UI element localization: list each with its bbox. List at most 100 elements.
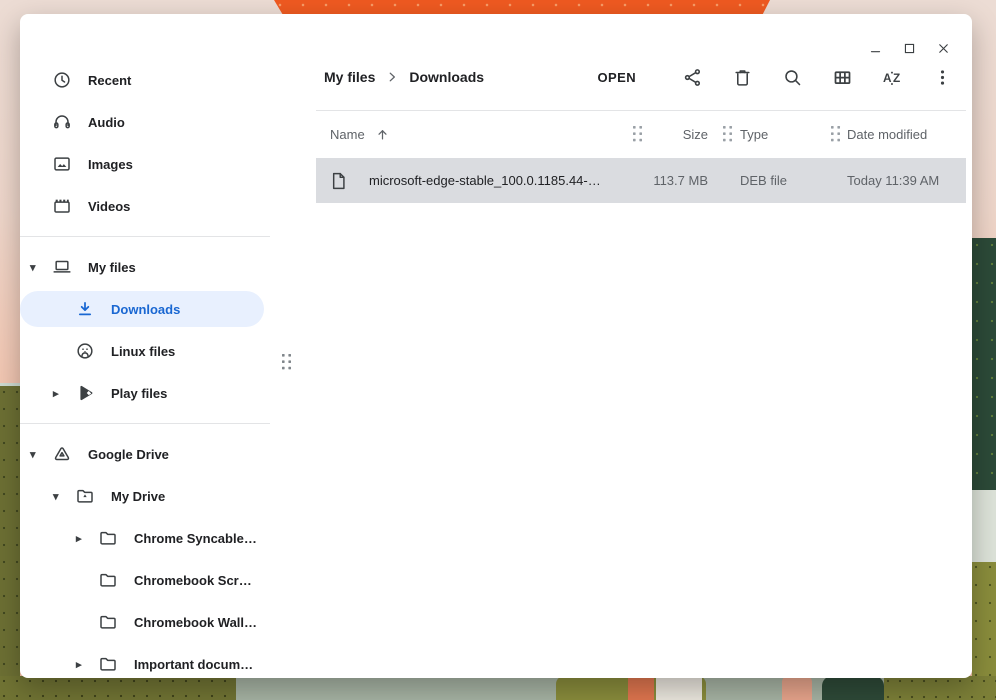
file-name-cell: microsoft-edge-stable_100.0.1185.44-… xyxy=(330,171,630,191)
file-size: 113.7 MB xyxy=(646,173,708,188)
grid-view-button[interactable] xyxy=(822,57,862,97)
sidebar-item-label: Important docum… xyxy=(134,657,253,672)
sidebar-item-label: Audio xyxy=(88,115,125,130)
close-icon xyxy=(936,41,951,56)
table-header: Name Size Type Date modified xyxy=(316,111,966,158)
maximize-button[interactable] xyxy=(894,34,924,62)
file-name: microsoft-edge-stable_100.0.1185.44-… xyxy=(369,173,601,188)
wallpaper-bottom-strip xyxy=(0,676,996,700)
grid-icon xyxy=(832,67,853,88)
sidebar-item-important-docum[interactable]: ▸ Important docum… xyxy=(20,643,270,678)
sidebar-item-chrome-syncable[interactable]: ▸Chrome Syncable… xyxy=(20,517,270,559)
maximize-icon xyxy=(902,41,917,56)
share-button[interactable] xyxy=(672,57,712,97)
play-icon xyxy=(75,383,95,403)
image-icon xyxy=(52,154,72,174)
sidebar-item-label: Recent xyxy=(88,73,131,88)
sidebar-item-label: Play files xyxy=(111,386,167,401)
sidebar-item-label: Downloads xyxy=(111,302,180,317)
sidebar-item-my-files[interactable]: ▾My files xyxy=(20,246,270,288)
sidebar-item-audio[interactable]: Audio xyxy=(20,101,270,143)
sidebar-item-play-files[interactable]: ▸ Play files xyxy=(20,372,270,414)
more-button[interactable] xyxy=(922,57,962,97)
folder-icon xyxy=(98,654,118,674)
breadcrumb: My files Downloads xyxy=(324,69,484,85)
column-resize-handle[interactable] xyxy=(630,126,646,143)
folder-icon xyxy=(98,570,118,590)
wallpaper-bush xyxy=(822,676,884,700)
file-date-modified: Today 11:39 AM xyxy=(844,173,966,188)
sidebar-item-videos[interactable]: Videos xyxy=(20,185,270,227)
sidebar-item-my-drive[interactable]: ▾ My Drive xyxy=(20,475,270,517)
chevron-right-icon[interactable]: ▸ xyxy=(76,658,98,671)
file-list: microsoft-edge-stable_100.0.1185.44-… 113… xyxy=(316,158,966,203)
sidebar-item-label: Google Drive xyxy=(88,447,169,462)
chevron-down-icon[interactable]: ▾ xyxy=(53,490,75,503)
sort-button[interactable]: AZ xyxy=(872,57,912,97)
column-header-size[interactable]: Size xyxy=(646,127,708,142)
sidebar-item-chromebook-scr[interactable]: Chromebook Scr… xyxy=(20,559,270,601)
chevron-right-icon[interactable]: ▸ xyxy=(76,532,98,545)
sidebar-item-label: Videos xyxy=(88,199,130,214)
wallpaper-figure-legs xyxy=(628,676,654,700)
chevron-down-icon[interactable]: ▾ xyxy=(30,261,52,274)
laptop-icon xyxy=(52,257,72,277)
sidebar-item-chromebook-wall[interactable]: Chromebook Wall… xyxy=(20,601,270,643)
open-button[interactable]: OPEN xyxy=(588,64,646,91)
sidebar-divider xyxy=(20,236,270,237)
download-icon xyxy=(75,299,95,319)
video-icon xyxy=(52,196,72,216)
sidebar-resize-zone xyxy=(270,14,316,678)
breadcrumb-my-files[interactable]: My files xyxy=(324,69,375,85)
sidebar-item-label: Linux files xyxy=(111,344,175,359)
trash-icon xyxy=(732,67,753,88)
column-header-date-modified[interactable]: Date modified xyxy=(844,127,966,142)
sidebar-item-downloads[interactable]: Downloads xyxy=(20,291,264,327)
column-header-name[interactable]: Name xyxy=(330,127,630,142)
folder-drive-icon xyxy=(75,486,95,506)
wallpaper-left-hill xyxy=(0,383,20,700)
minimize-button[interactable] xyxy=(860,34,890,62)
sidebar-item-label: My Drive xyxy=(111,489,165,504)
wallpaper-bottom-right-hill xyxy=(884,676,996,700)
delete-button[interactable] xyxy=(722,57,762,97)
sidebar-resize-handle[interactable] xyxy=(282,354,293,371)
wallpaper-bottom-left-hill xyxy=(0,676,236,700)
window-controls xyxy=(860,34,958,62)
wallpaper-right-trees xyxy=(972,238,996,490)
close-button[interactable] xyxy=(928,34,958,62)
folder-icon xyxy=(98,612,118,632)
search-button[interactable] xyxy=(772,57,812,97)
sidebar-divider xyxy=(20,423,270,424)
sidebar: Recent Audio Images Videos ▾My files Download… xyxy=(20,14,270,678)
file-row[interactable]: microsoft-edge-stable_100.0.1185.44-… 113… xyxy=(316,158,966,203)
breadcrumb-downloads[interactable]: Downloads xyxy=(409,69,484,85)
column-resize-handle[interactable] xyxy=(720,126,736,143)
sidebar-item-images[interactable]: Images xyxy=(20,143,270,185)
svg-text:Z: Z xyxy=(893,70,900,84)
chevron-right-icon[interactable]: ▸ xyxy=(53,387,75,400)
sidebar-item-label: Chromebook Wall… xyxy=(134,615,257,630)
sidebar-item-google-drive[interactable]: ▾ Google Drive xyxy=(20,433,270,475)
sidebar-item-linux-files[interactable]: Linux files xyxy=(20,330,270,372)
headphones-icon xyxy=(52,112,72,132)
minimize-icon xyxy=(868,41,883,56)
share-icon xyxy=(682,67,703,88)
chevron-down-icon[interactable]: ▾ xyxy=(30,448,52,461)
wallpaper-figure-arm xyxy=(782,676,812,700)
column-resize-handle[interactable] xyxy=(828,126,844,143)
sidebar-item-recent[interactable]: Recent xyxy=(20,59,270,101)
sort-az-icon: AZ xyxy=(882,67,903,88)
sort-ascending-icon xyxy=(375,127,390,142)
clock-icon xyxy=(52,70,72,90)
svg-text:A: A xyxy=(883,70,892,84)
sidebar-item-label: Images xyxy=(88,157,133,172)
column-header-type[interactable]: Type xyxy=(736,127,828,142)
toolbar: My files Downloads OPEN AZ xyxy=(316,14,966,110)
wallpaper-right-pale-band xyxy=(972,490,996,562)
column-name-label: Name xyxy=(330,127,365,142)
chevron-right-icon xyxy=(385,70,399,84)
main-panel: My files Downloads OPEN AZ Name xyxy=(316,14,966,678)
search-icon xyxy=(782,67,803,88)
file-type: DEB file xyxy=(736,173,828,188)
